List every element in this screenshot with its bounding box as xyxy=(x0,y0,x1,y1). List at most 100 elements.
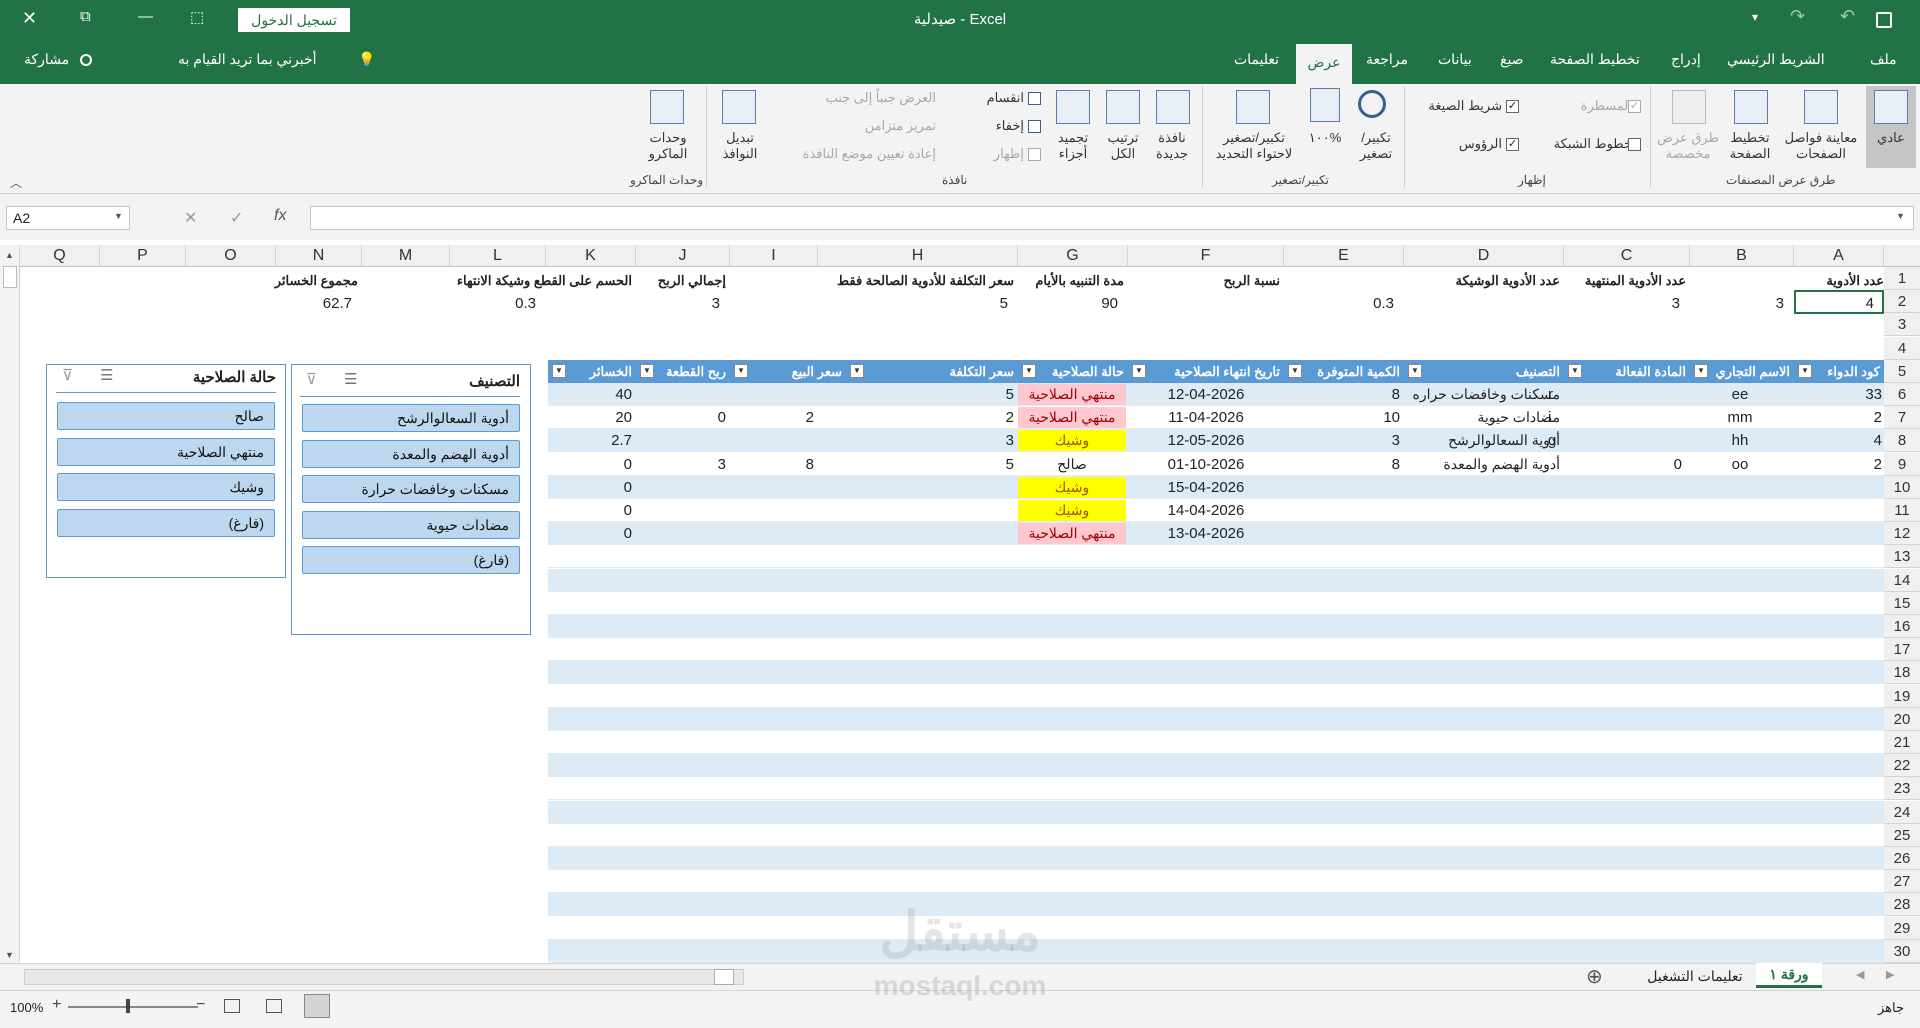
table-header[interactable]: الكمية المتوفرة xyxy=(1284,360,1404,383)
cell-trade-name[interactable] xyxy=(1690,522,1790,545)
sheet-tab-instructions[interactable]: تعليمات التشغيل xyxy=(1640,968,1750,985)
cell-code[interactable] xyxy=(1794,499,1882,522)
formula-input[interactable] xyxy=(310,206,1914,230)
cell-trade-name[interactable]: ee xyxy=(1690,383,1790,406)
zoom-in-icon[interactable]: + xyxy=(52,996,61,1014)
add-sheet-button[interactable]: ⊕ xyxy=(1586,964,1603,989)
cell-active[interactable] xyxy=(1564,429,1686,452)
column-header[interactable]: N xyxy=(276,245,362,267)
cell-code[interactable] xyxy=(1794,476,1882,499)
row-header[interactable]: 18 xyxy=(1884,661,1920,685)
cell-price[interactable] xyxy=(730,522,814,545)
tab-insert[interactable]: إدراج xyxy=(1671,51,1701,73)
cell-active[interactable] xyxy=(1564,406,1686,429)
column-header[interactable]: J xyxy=(636,245,730,267)
table-header[interactable]: سعر التكلفة xyxy=(846,360,1018,383)
column-header[interactable]: Q xyxy=(20,245,100,267)
login-button[interactable]: تسجيل الدخول xyxy=(238,8,350,32)
cell-trade-name[interactable] xyxy=(1690,499,1790,522)
cell-cost[interactable]: 2 xyxy=(846,406,1014,429)
ribbon-display-icon[interactable]: ⬚ xyxy=(190,8,204,26)
share-icon[interactable] xyxy=(80,54,92,66)
scroll-up-icon[interactable]: ▲ xyxy=(5,250,14,260)
expand-formula-icon[interactable]: ▼ xyxy=(1896,211,1905,221)
row-header[interactable]: 15 xyxy=(1884,591,1920,615)
cell-price[interactable]: 2 xyxy=(730,406,814,429)
cell-price[interactable]: 8 xyxy=(730,453,814,476)
cell-expiry[interactable]: 14-04-2026 xyxy=(1128,499,1284,522)
column-header[interactable]: L xyxy=(450,245,546,267)
row-header[interactable]: 21 xyxy=(1884,731,1920,754)
tab-page-layout[interactable]: تخطيط الصفحة xyxy=(1550,51,1640,73)
tab-data[interactable]: بيانات xyxy=(1438,51,1472,73)
ruler-checkbox[interactable]: المسطرة xyxy=(1562,98,1632,114)
select-all-corner[interactable] xyxy=(1884,245,1920,267)
cell-qty[interactable]: 8 xyxy=(1284,453,1400,476)
table-header[interactable]: تاريخ انتهاء الصلاحية xyxy=(1128,360,1284,383)
customize-qat-icon[interactable]: ▾ xyxy=(1752,10,1758,24)
cell-code[interactable]: 4 xyxy=(1794,429,1882,452)
cell-active[interactable] xyxy=(1564,476,1686,499)
cell-expiry[interactable]: 12-04-2026 xyxy=(1128,383,1284,406)
filter-dropdown-icon[interactable]: ▼ xyxy=(1132,364,1146,378)
column-header[interactable]: C xyxy=(1564,245,1690,267)
row-header[interactable]: 4 xyxy=(1884,336,1920,360)
cell-cost[interactable] xyxy=(846,499,1014,522)
multi-select-icon[interactable]: ☰ xyxy=(100,366,113,384)
undo-icon[interactable]: ↶ xyxy=(1840,6,1855,27)
scroll-down-icon[interactable]: ▼ xyxy=(5,950,14,960)
zoom-slider-thumb[interactable] xyxy=(126,999,130,1013)
page-break-view-icon[interactable] xyxy=(224,999,240,1013)
cell-active[interactable] xyxy=(1564,499,1686,522)
scroll-thumb[interactable] xyxy=(3,266,17,288)
row-header[interactable]: 23 xyxy=(1884,777,1920,801)
restore-icon[interactable]: ⧉ xyxy=(80,8,91,25)
page-layout-view-button[interactable]: تخطيط الصفحة xyxy=(1722,130,1778,162)
name-box[interactable]: A2 xyxy=(6,206,130,230)
cell-status[interactable]: وشيك xyxy=(1018,500,1126,521)
row-header[interactable]: 6 xyxy=(1884,383,1920,406)
cancel-icon[interactable]: ✕ xyxy=(184,208,197,228)
cell-status[interactable]: منتهي الصلاحية xyxy=(1018,384,1126,405)
tab-help[interactable]: تعليمات xyxy=(1234,51,1279,73)
tab-view[interactable]: عرض xyxy=(1296,44,1352,84)
formula-bar-checkbox[interactable]: شريط الصيغة xyxy=(1412,98,1502,114)
cell-trade-name[interactable]: mm xyxy=(1690,406,1790,429)
row-header[interactable]: 7 xyxy=(1884,406,1920,430)
slicer-item[interactable]: مسكنات وخافضات حرارة xyxy=(302,475,520,503)
cell-expiry[interactable]: 01-10-2026 xyxy=(1128,453,1284,476)
filter-dropdown-icon[interactable]: ▼ xyxy=(1694,364,1708,378)
row-header[interactable]: 27 xyxy=(1884,870,1920,894)
column-header[interactable]: F xyxy=(1128,245,1284,267)
cell-active[interactable]: 0 xyxy=(1564,453,1686,476)
row-header[interactable]: 29 xyxy=(1884,916,1920,940)
save-icon[interactable] xyxy=(1876,12,1892,28)
slicer-item[interactable]: أدوية الهضم والمعدة xyxy=(302,439,520,468)
zoom-100-button[interactable]: ١٠٠% xyxy=(1302,130,1348,146)
cell-loss[interactable]: 2.7 xyxy=(548,429,632,452)
filter-dropdown-icon[interactable]: ▼ xyxy=(1022,364,1036,378)
cell-expiry[interactable]: 13-04-2026 xyxy=(1128,522,1284,545)
tab-file[interactable]: ملف xyxy=(1870,51,1897,73)
cell-status[interactable]: وشيك xyxy=(1018,476,1126,498)
column-header[interactable]: G xyxy=(1018,245,1128,267)
cell-code[interactable] xyxy=(1794,522,1882,545)
row-header[interactable]: 17 xyxy=(1884,638,1920,662)
cell-qty[interactable]: 8 xyxy=(1284,383,1400,406)
collapse-ribbon-icon[interactable]: ︿ xyxy=(10,174,22,191)
page-layout-view-icon[interactable] xyxy=(266,999,282,1013)
cell-expiry[interactable]: 12-05-2026 xyxy=(1128,429,1284,452)
summary-value[interactable]: 5 xyxy=(722,292,1012,315)
cell-class[interactable]: أدوية الهضم والمعدة xyxy=(1404,453,1560,476)
row-header[interactable]: 28 xyxy=(1884,893,1920,917)
summary-value[interactable]: 62.7 xyxy=(180,292,356,315)
slicer-item[interactable]: مضادات حيوية xyxy=(302,510,520,539)
slicer-item[interactable]: (فارغ) xyxy=(302,546,520,574)
cell-code[interactable]: 2 xyxy=(1794,406,1882,429)
gridlines-checkbox[interactable]: خطوط الشبكة xyxy=(1552,136,1632,152)
cell-cost[interactable]: 5 xyxy=(846,383,1014,406)
table-header[interactable]: التصنيف xyxy=(1404,360,1564,383)
side-by-side-button[interactable]: العرض جنباً إلى جنب xyxy=(780,90,936,106)
arrange-all-button[interactable]: ترتيب الكل xyxy=(1098,130,1148,162)
row-header[interactable]: 25 xyxy=(1884,823,1920,847)
